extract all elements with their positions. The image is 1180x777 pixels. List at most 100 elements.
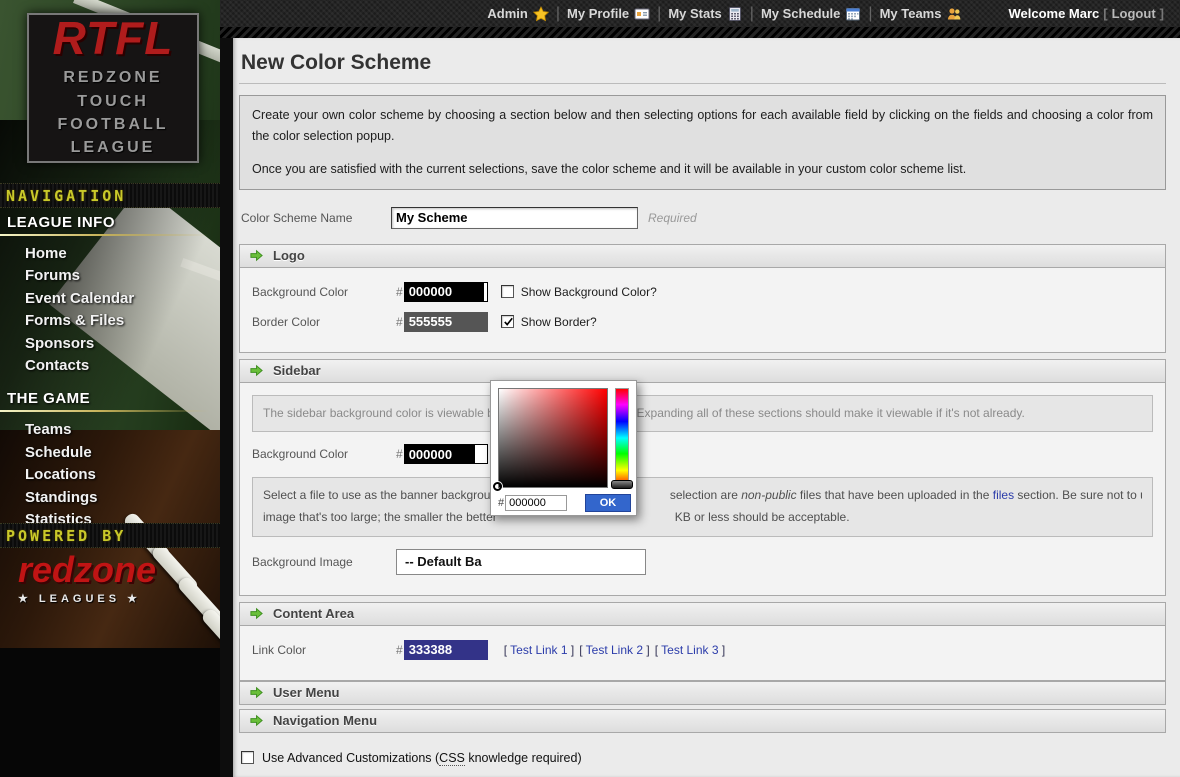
section-title-navigation-menu: Navigation Menu [273,713,377,728]
css-abbr: CSS [439,751,465,766]
nav-gap [0,377,220,390]
section-title-content-area: Content Area [273,606,354,621]
test-link-2[interactable]: Test Link 2 [586,643,643,657]
sidebar-bg-color-input[interactable]: 000000 [404,444,488,464]
show-border-checkbox[interactable] [501,315,514,328]
color-picker-popup: # 000000 OK [490,380,637,516]
section-body-sidebar: The sidebar background color is viewable… [239,383,1166,596]
top-texture-strip [220,27,1180,38]
intro-paragraph-2: Once you are satisfied with the current … [252,159,1153,180]
show-border-label: Show Border? [521,315,597,329]
menu-my-stats[interactable]: My Stats [668,6,742,22]
advanced-customizations-checkbox[interactable] [241,751,254,764]
powered-by-text: POWERED BY [6,527,126,545]
saturation-value-gradient[interactable] [498,388,608,488]
menu-admin-label: Admin [487,6,527,21]
color-selection-marker[interactable] [493,482,502,491]
section-header-sidebar[interactable]: Sidebar [239,359,1166,383]
hue-slider-handle[interactable] [611,480,633,489]
navigation-banner: NAVIGATION [0,183,220,208]
sidebar-item-forums[interactable]: Forums [25,265,220,287]
sidebar-item-forms-files[interactable]: Forms & Files [25,310,220,332]
hash-symbol: # [396,447,403,461]
note-text: selection are [670,488,741,502]
picker-ok-button[interactable]: OK [585,494,631,512]
hash-symbol: # [396,285,403,299]
background-image-label: Background Image [252,555,396,569]
menu-separator: | [750,5,754,23]
menu-admin[interactable]: Admin [487,6,548,22]
logo-border-color-input[interactable]: 555555 [404,312,488,332]
sidebar-item-standings[interactable]: Standings [25,487,220,509]
calculator-icon [727,6,743,22]
sidebar-item-schedule[interactable]: Schedule [25,442,220,464]
logout-bracket: [ [1103,6,1107,21]
redzone-leagues-logo[interactable]: redzone ★ LEAGUES ★ [18,552,156,605]
hash-symbol: # [396,643,403,657]
section-title-sidebar: Sidebar [273,363,321,378]
page: RTFL REDZONE TOUCH FOOTBALL LEAGUE NAVIG… [0,0,1180,777]
section-title-user-menu: User Menu [273,685,339,700]
page-title: New Color Scheme [241,51,1166,75]
note-text: section. Be sure not to use an [1014,488,1142,502]
top-menu-bar: Admin | My Profile | My Stats | My Sched… [220,0,1180,27]
menu-separator: | [868,5,872,23]
league-logo[interactable]: RTFL REDZONE TOUCH FOOTBALL LEAGUE [27,13,199,163]
menu-my-profile[interactable]: My Profile [567,6,650,22]
logo-bg-color-input[interactable]: 000000 [404,282,488,302]
scheme-name-input[interactable] [391,207,638,229]
menu-my-teams-label: My Teams [880,6,942,21]
sidebar-item-teams[interactable]: Teams [25,419,220,441]
sidebar-bg-color-row: Background Color # 000000 [252,444,1155,464]
background-image-row: Background Image -- Default Ba [252,549,1155,575]
green-arrow-icon [249,606,264,621]
logo-bg-color-label: Background Color [252,285,396,299]
picker-input-row: # 000000 OK [498,494,631,512]
test-links: [ Test Link 1 ] [ Test Link 2 ] [ Test L… [504,643,726,657]
menu-my-stats-label: My Stats [668,6,721,21]
hue-slider-bar[interactable] [615,388,629,488]
test-link-group: [ Test Link 2 ] [579,643,650,657]
picker-hex-input[interactable]: 000000 [505,495,567,511]
section-header-logo[interactable]: Logo [239,244,1166,268]
menu-my-profile-label: My Profile [567,6,629,21]
test-link-1[interactable]: Test Link 1 [510,643,567,657]
logout-link[interactable]: Logout [1112,6,1156,21]
menu-my-schedule[interactable]: My Schedule [761,6,861,22]
intro-paragraph-1: Create your own color scheme by choosing… [252,105,1153,146]
logo-bg-color-value: 000000 [409,284,452,299]
intro-box: Create your own color scheme by choosing… [239,95,1166,190]
league-logo-title: RTFL [53,17,174,61]
files-link[interactable]: files [993,488,1014,502]
banner-note-line-1: Select a file to use as the banner backg… [263,485,1142,507]
banner-note-line-2: image that's too large; the smaller the … [263,507,1142,529]
test-link-3[interactable]: Test Link 3 [661,643,718,657]
link-color-input[interactable]: 333388 [404,640,488,660]
sidebar-item-sponsors[interactable]: Sponsors [25,333,220,355]
link-color-value: 333388 [409,642,452,657]
sidebar-item-locations[interactable]: Locations [25,464,220,486]
show-bg-color-checkbox[interactable] [501,285,514,298]
sidebar-item-home[interactable]: Home [25,243,220,265]
sidebar-bg-color-label: Background Color [252,447,396,461]
section-header-navigation-menu[interactable]: Navigation Menu [239,709,1166,733]
league-sidebar: RTFL REDZONE TOUCH FOOTBALL LEAGUE NAVIG… [0,0,220,777]
green-arrow-icon [249,685,264,700]
menu-separator: | [556,5,560,23]
background-image-select[interactable]: -- Default Ba [396,549,646,575]
required-hint: Required [648,211,697,225]
section-header-user-menu[interactable]: User Menu [239,681,1166,705]
sidebar-item-contacts[interactable]: Contacts [25,355,220,377]
text-caret [484,283,487,301]
league-logo-line: REDZONE [63,66,162,89]
sidebar-item-event-calendar[interactable]: Event Calendar [25,288,220,310]
section-header-content-area[interactable]: Content Area [239,602,1166,626]
nav-underline [0,410,220,412]
welcome-text: Welcome Marc [1008,6,1099,21]
bracket: ] [643,643,650,657]
menu-my-teams[interactable]: My Teams [880,6,963,22]
sidebar-nav: LEAGUE INFO Home Forums Event Calendar F… [0,214,220,531]
nav-underline [0,234,220,236]
section-title-logo: Logo [273,248,305,263]
menu-my-schedule-label: My Schedule [761,6,840,21]
